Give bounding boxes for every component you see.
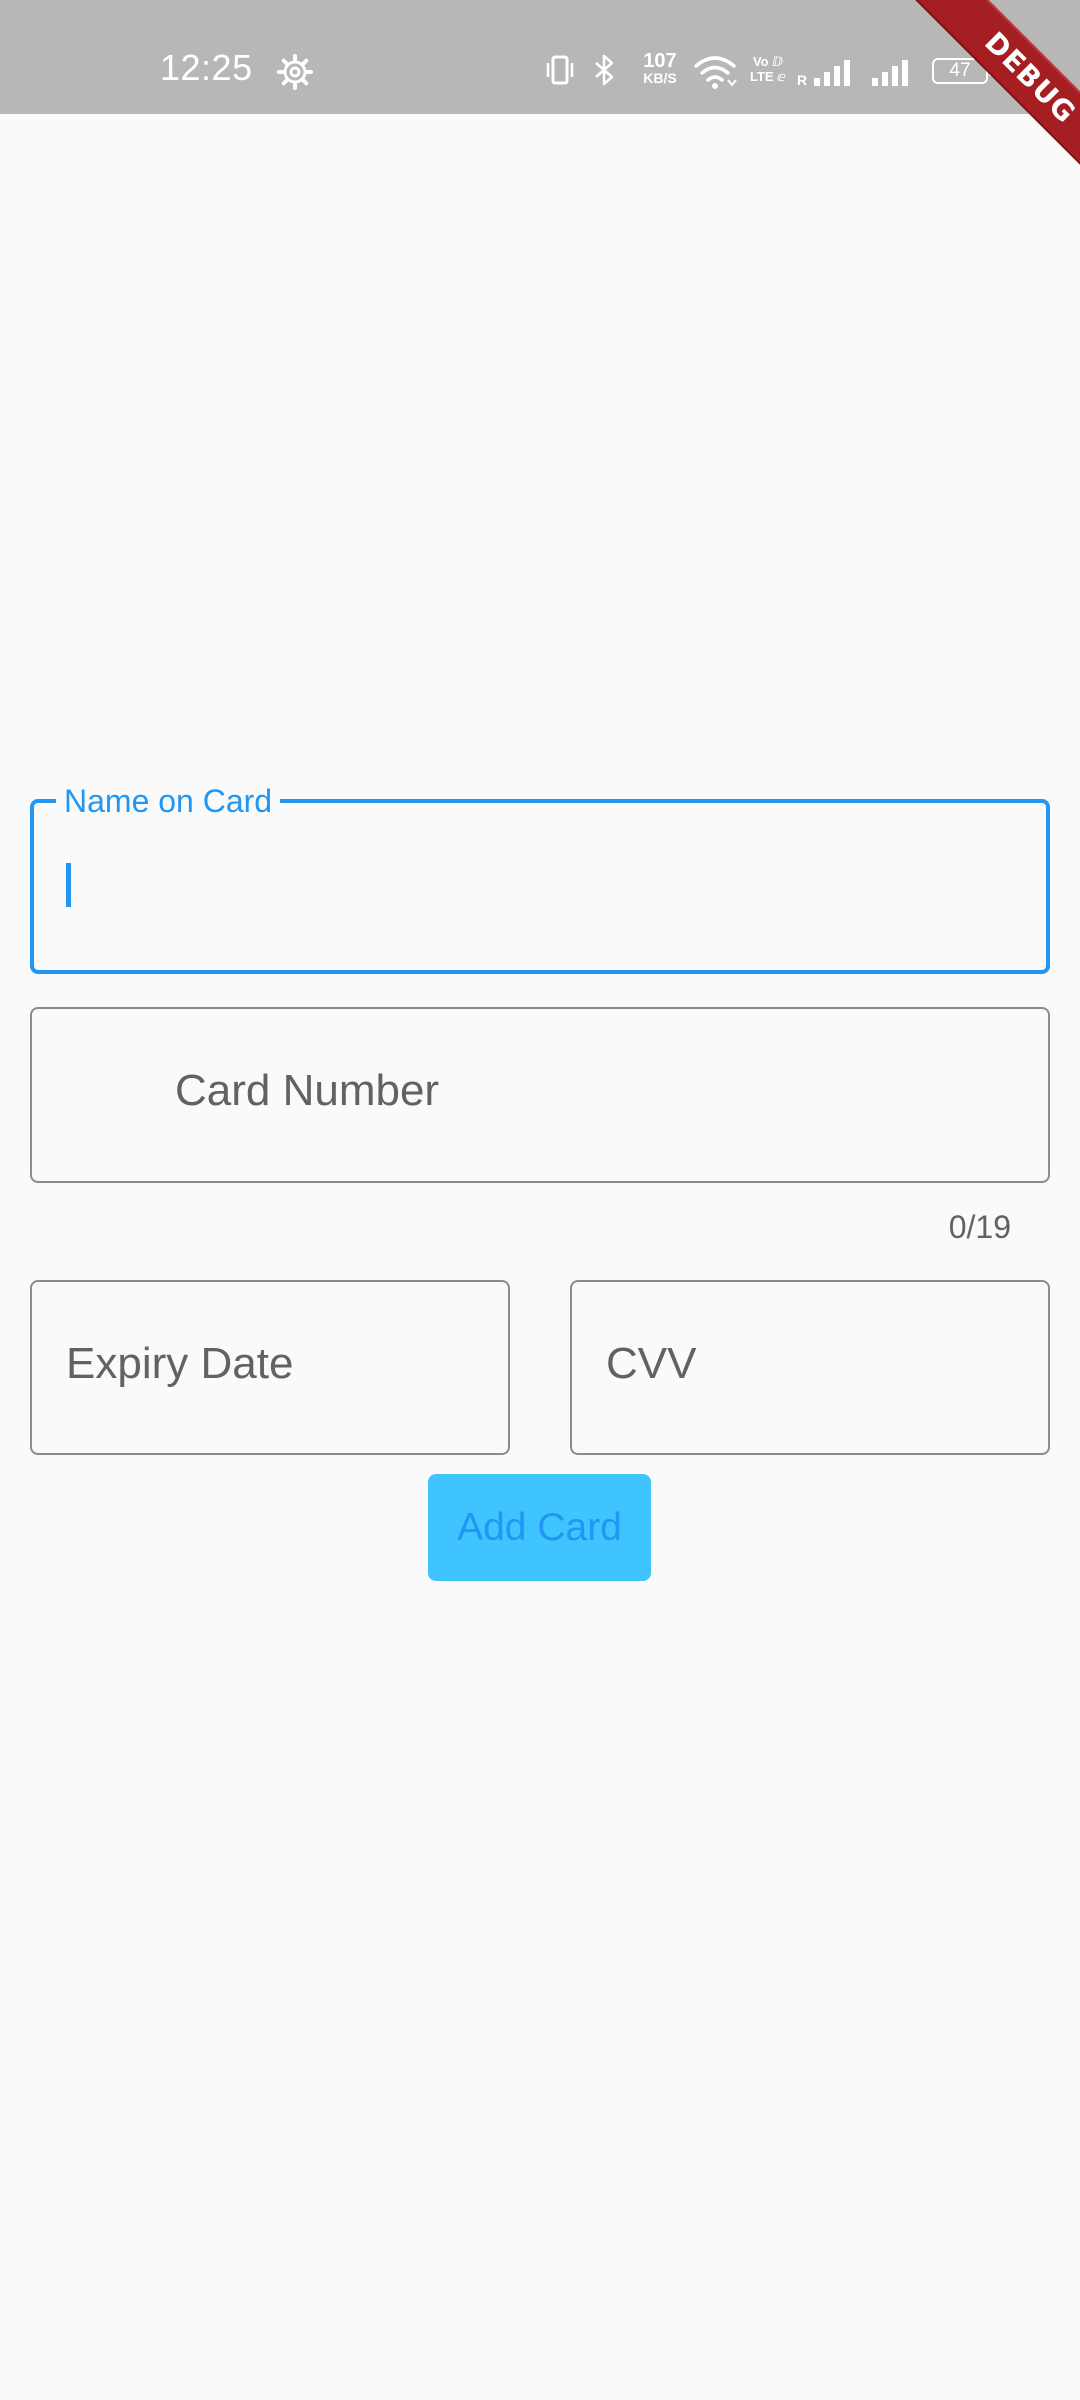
card-number-placeholder: Card Number (175, 1066, 440, 1115)
debug-banner: DEBUG (900, 0, 1080, 180)
add-card-button[interactable]: Add Card (428, 1474, 651, 1581)
cvv-field[interactable]: CVV (570, 1280, 1050, 1455)
vibrate-icon (546, 55, 574, 85)
add-card-button-label: Add Card (457, 1506, 622, 1549)
roaming-indicator: R (797, 72, 808, 88)
signal-strength-icon (814, 60, 850, 86)
expiry-date-placeholder: Expiry Date (66, 1339, 294, 1388)
volte-line-2: LTE ⅇ (749, 69, 787, 84)
settings-gear-icon (277, 54, 313, 90)
wifi-icon (694, 56, 737, 89)
network-speed-value: 107 (643, 50, 677, 72)
network-speed: 107 KB/S (635, 50, 685, 86)
debug-banner-label: DEBUG (905, 0, 1080, 180)
card-number-field[interactable]: Card Number (30, 1007, 1050, 1183)
bluetooth-icon (595, 54, 614, 86)
name-on-card-field[interactable]: Name on Card (30, 781, 1050, 974)
name-on-card-label: Name on Card (56, 781, 281, 821)
volte-indicator: Vo ⅅ LTE ⅇ (748, 54, 788, 84)
expiry-date-field[interactable]: Expiry Date (30, 1280, 510, 1455)
volte-line-1: Vo ⅅ (752, 54, 784, 69)
card-number-counter: 0/19 (948, 1209, 1011, 1245)
text-cursor (66, 863, 71, 907)
cvv-placeholder: CVV (606, 1339, 697, 1388)
status-time: 12:25 (160, 47, 253, 88)
network-speed-unit: KB/S (643, 70, 677, 86)
